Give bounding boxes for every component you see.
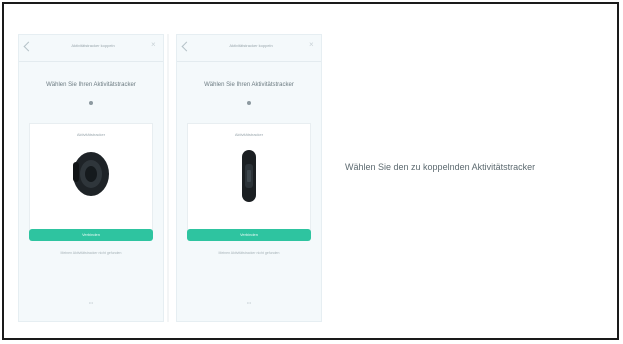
device-card[interactable]: Aktivitätstracker ••• (29, 123, 153, 305)
top-bar: Aktivitätstracker koppeln × (177, 35, 321, 62)
back-arrow-icon[interactable] (181, 41, 192, 52)
close-icon[interactable]: × (151, 41, 159, 49)
top-bar-title: Aktivitätstracker koppeln (229, 43, 273, 48)
connect-button-label: Verbinden (81, 232, 100, 237)
top-bar: Aktivitätstracker koppeln × (19, 35, 163, 62)
divider (167, 34, 169, 322)
phone-screen-watch: Aktivitätstracker koppeln × Wählen Sie I… (18, 34, 164, 322)
slide-frame: Aktivitätstracker koppeln × Wählen Sie I… (2, 2, 619, 340)
bluetooth-icon (89, 101, 93, 105)
close-icon[interactable]: × (309, 41, 317, 49)
screen-heading: Wählen Sie Ihren Aktivitätstracker (204, 82, 294, 88)
device-card-label: Aktivitätstracker (76, 132, 106, 137)
fitness-band-image (239, 148, 259, 204)
carousel-pager: ••• (246, 300, 252, 305)
connect-button[interactable]: Verbinden (29, 229, 153, 241)
device-card[interactable]: Aktivitätstracker ••• (187, 123, 311, 305)
top-bar-title: Aktivitätstracker koppeln (71, 43, 115, 48)
connect-button-label: Verbinden (239, 232, 258, 237)
slide-caption: Wählen Sie den zu koppelnden Aktivitätst… (345, 162, 536, 172)
device-card-label: Aktivitätstracker (234, 132, 264, 137)
back-arrow-icon[interactable] (23, 41, 34, 52)
device-not-found-link[interactable]: Meinen Aktivitätstracker nicht gefunden (187, 251, 311, 256)
carousel-pager: ••• (88, 300, 94, 305)
connect-button[interactable]: Verbinden (187, 229, 311, 241)
phone-screen-band: Aktivitätstracker koppeln × Wählen Sie I… (176, 34, 322, 322)
screen-heading: Wählen Sie Ihren Aktivitätstracker (46, 82, 136, 88)
smartwatch-image (69, 148, 113, 200)
bluetooth-icon (247, 101, 251, 105)
device-not-found-link[interactable]: Meinen Aktivitätstracker nicht gefunden (29, 251, 153, 256)
